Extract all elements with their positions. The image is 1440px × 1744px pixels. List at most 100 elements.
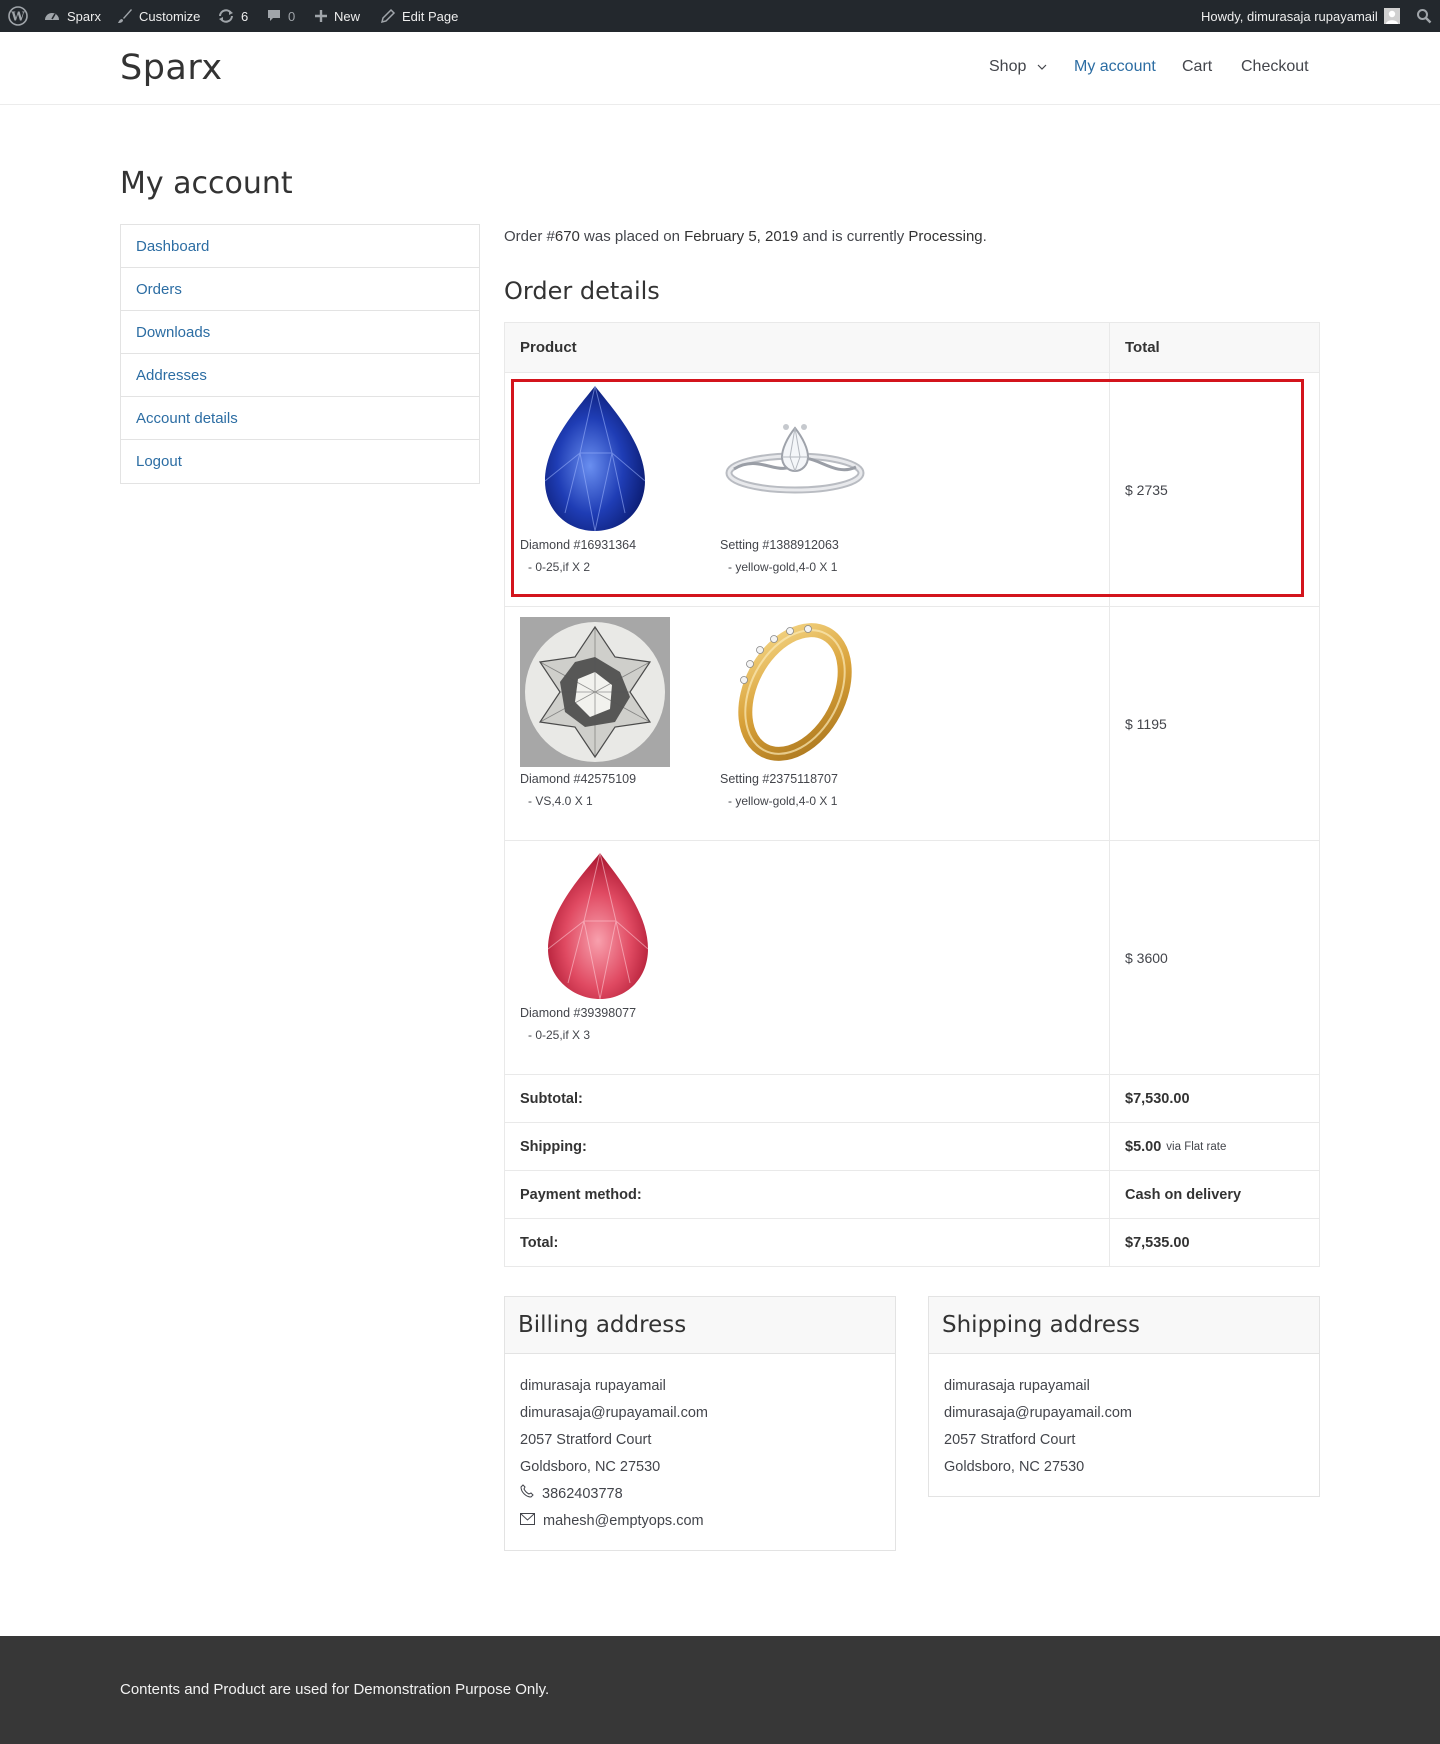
comment-icon bbox=[266, 8, 282, 24]
billing-address-body: dimurasaja rupayamail dimurasaja@rupayam… bbox=[505, 1354, 895, 1550]
product-cell: Diamond #16931364 - 0-25,if X 2 Setting … bbox=[505, 373, 1110, 606]
site-title[interactable]: Sparx bbox=[120, 48, 223, 88]
pencil-icon bbox=[380, 8, 396, 24]
wordpress-logo-icon[interactable]: W bbox=[8, 0, 28, 32]
line-total: $ 3600 bbox=[1125, 949, 1168, 966]
order-info-mid2: and is currently bbox=[798, 228, 909, 245]
admin-site-name: Sparx bbox=[67, 8, 101, 24]
site-header: Sparx Shop My account Cart Checkout bbox=[0, 32, 1440, 105]
nav-cart[interactable]: Cart bbox=[1182, 58, 1212, 76]
envelope-icon bbox=[520, 1508, 535, 1535]
shipping-method: via Flat rate bbox=[1166, 1140, 1227, 1153]
table-row: Diamond #16931364 - 0-25,if X 2 Setting … bbox=[505, 372, 1319, 606]
admin-search-icon[interactable] bbox=[1416, 0, 1432, 32]
order-status: Processing bbox=[908, 228, 983, 245]
product-item: Diamond #39398077 - 0-25,if X 3 bbox=[520, 851, 690, 1042]
nav-my-account[interactable]: My account bbox=[1074, 58, 1156, 76]
payment-method-row: Payment method: Cash on delivery bbox=[505, 1170, 1319, 1218]
nav-shop[interactable]: Shop bbox=[989, 58, 1047, 76]
product-meta: - VS,4.0 X 1 bbox=[528, 794, 593, 808]
shipping-value: $5.00 bbox=[1125, 1138, 1162, 1155]
svg-text:W: W bbox=[10, 10, 25, 24]
product-item: Diamond #42575109 - VS,4.0 X 1 bbox=[520, 617, 690, 808]
avatar bbox=[1383, 8, 1400, 24]
product-name[interactable]: Diamond #39398077 bbox=[520, 1006, 690, 1020]
column-header-total: Total bbox=[1125, 339, 1160, 356]
blue-pear-diamond-image[interactable] bbox=[520, 383, 670, 533]
shipping-address-body: dimurasaja rupayamail dimurasaja@rupayam… bbox=[929, 1354, 1319, 1496]
order-info-end: . bbox=[982, 228, 987, 245]
table-header-row: Product Total bbox=[505, 323, 1319, 372]
gold-band-ring-image[interactable] bbox=[720, 617, 870, 767]
shipping-address-title: Shipping address bbox=[929, 1297, 1319, 1354]
product-cell: Diamond #42575109 - VS,4.0 X 1 Setting #… bbox=[505, 607, 1110, 840]
admin-customize-label: Customize bbox=[139, 8, 201, 24]
red-pear-diamond-image[interactable] bbox=[520, 851, 670, 1001]
shipping-address-box: Shipping address dimurasaja rupayamail d… bbox=[928, 1296, 1320, 1497]
product-meta: - 0-25,if X 3 bbox=[528, 1028, 591, 1042]
admin-new-link[interactable]: New bbox=[314, 0, 360, 32]
product-name[interactable]: Setting #1388912063 bbox=[720, 538, 890, 552]
account-nav-dashboard[interactable]: Dashboard bbox=[121, 225, 479, 268]
billing-address-title: Billing address bbox=[505, 1297, 895, 1354]
billing-email-contact-line: mahesh@emptyops.com bbox=[520, 1508, 880, 1535]
product-meta: - yellow-gold,4-0 X 1 bbox=[728, 560, 838, 574]
order-number: 670 bbox=[554, 228, 580, 245]
product-item: Setting #1388912063 - yellow-gold,4-0 X … bbox=[720, 383, 890, 574]
product-name[interactable]: Diamond #16931364 bbox=[520, 538, 690, 552]
admin-customize-link[interactable]: Customize bbox=[117, 0, 200, 32]
product-item: Diamond #16931364 - 0-25,if X 2 bbox=[520, 383, 690, 574]
silver-twist-ring-image[interactable] bbox=[720, 383, 870, 533]
admin-comments-link[interactable]: 0 bbox=[266, 0, 295, 32]
product-name[interactable]: Diamond #42575109 bbox=[520, 772, 690, 786]
refresh-icon bbox=[217, 8, 235, 24]
subtotal-row: Subtotal: $7,530.00 bbox=[505, 1074, 1319, 1122]
account-navigation: Dashboard Orders Downloads Addresses Acc… bbox=[120, 224, 480, 484]
billing-email-line: dimurasaja@rupayamail.com bbox=[520, 1405, 708, 1421]
admin-updates-count: 6 bbox=[241, 8, 249, 24]
account-nav-account-details[interactable]: Account details bbox=[121, 397, 479, 440]
line-total: $ 2735 bbox=[1125, 481, 1168, 498]
admin-new-label: New bbox=[334, 8, 361, 24]
order-total-row: Total: $7,535.00 bbox=[505, 1218, 1319, 1266]
plus-icon bbox=[314, 9, 328, 23]
account-nav-addresses[interactable]: Addresses bbox=[121, 354, 479, 397]
footer-text: Contents and Product are used for Demons… bbox=[120, 1681, 550, 1698]
admin-howdy: Howdy, dimurasaja rupayamail bbox=[1201, 8, 1378, 24]
nav-checkout[interactable]: Checkout bbox=[1241, 58, 1309, 76]
product-meta: - 0-25,if X 2 bbox=[528, 560, 591, 574]
brush-icon bbox=[117, 8, 133, 24]
page-title: My account bbox=[120, 166, 293, 201]
shipping-street: 2057 Stratford Court bbox=[944, 1432, 1076, 1448]
admin-updates-link[interactable]: 6 bbox=[217, 0, 248, 32]
payment-method-value: Cash on delivery bbox=[1125, 1186, 1242, 1203]
chevron-down-icon bbox=[1037, 58, 1047, 76]
admin-comments-count: 0 bbox=[288, 8, 296, 24]
account-nav-downloads[interactable]: Downloads bbox=[121, 311, 479, 354]
product-cell: Diamond #39398077 - 0-25,if X 3 bbox=[505, 841, 1110, 1074]
shipping-email-line: dimurasaja@rupayamail.com bbox=[944, 1405, 1132, 1421]
column-header-product: Product bbox=[505, 323, 1110, 372]
billing-phone-line: 3862403778 bbox=[520, 1481, 880, 1508]
admin-edit-page-link[interactable]: Edit Page bbox=[380, 0, 458, 32]
admin-account-link[interactable]: Howdy, dimurasaja rupayamail bbox=[1201, 0, 1400, 32]
site-footer: Contents and Product are used for Demons… bbox=[0, 1636, 1440, 1744]
admin-bar: W Sparx Customize 6 0 New Edit Page Howd… bbox=[0, 0, 1440, 32]
shipping-cell: $5.00 via Flat rate bbox=[1110, 1123, 1319, 1170]
admin-edit-page-label: Edit Page bbox=[402, 8, 459, 24]
order-details-title: Order details bbox=[504, 277, 660, 305]
product-name[interactable]: Setting #2375118707 bbox=[720, 772, 890, 786]
round-white-diamond-image[interactable] bbox=[520, 617, 670, 767]
subtotal-value: $7,530.00 bbox=[1125, 1090, 1190, 1107]
billing-phone: 3862403778 bbox=[542, 1486, 623, 1502]
line-total: $ 1195 bbox=[1125, 715, 1167, 732]
admin-site-link[interactable]: Sparx bbox=[43, 0, 101, 32]
account-nav-logout[interactable]: Logout bbox=[121, 440, 479, 483]
order-info-prefix: Order # bbox=[504, 228, 555, 245]
product-meta: - yellow-gold,4-0 X 1 bbox=[728, 794, 838, 808]
billing-city: Goldsboro, NC 27530 bbox=[520, 1459, 661, 1475]
account-nav-orders[interactable]: Orders bbox=[121, 268, 479, 311]
shipping-row: Shipping: $5.00 via Flat rate bbox=[505, 1122, 1319, 1170]
billing-address-box: Billing address dimurasaja rupayamail di… bbox=[504, 1296, 896, 1551]
phone-icon bbox=[520, 1481, 534, 1508]
